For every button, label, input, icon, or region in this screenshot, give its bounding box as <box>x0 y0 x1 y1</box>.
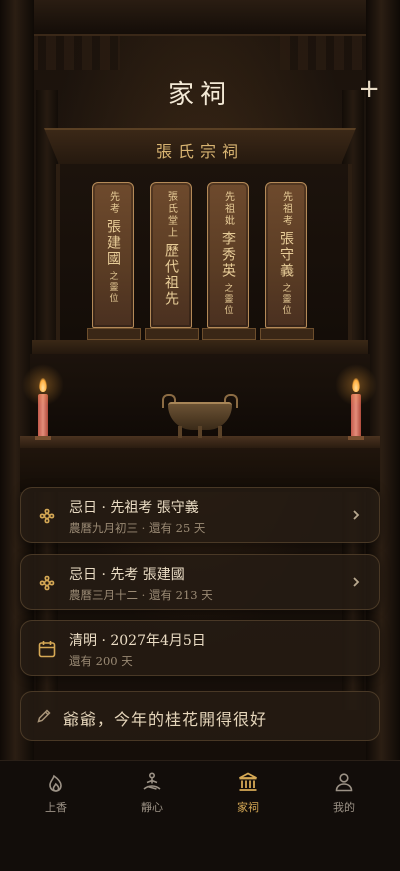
flower-icon <box>39 508 55 524</box>
temple-icon <box>239 772 257 791</box>
candle-right[interactable] <box>335 364 377 438</box>
nav-tab-meditate[interactable]: 靜心 <box>102 771 202 821</box>
chevron-right-icon <box>353 510 360 520</box>
person-icon <box>335 773 353 792</box>
plus-icon[interactable]: + <box>358 74 380 104</box>
tablet-prefix: 先祖考 <box>280 191 292 227</box>
roof-beam <box>0 0 400 36</box>
burner-leg <box>198 426 202 438</box>
nav-tab-label: 靜心 <box>141 801 163 814</box>
nav-tab-label: 我的 <box>333 801 355 814</box>
qingming-card[interactable]: 清明 · 2027年4月5日 還有 200 天 <box>20 620 380 676</box>
tablet-base <box>260 328 314 340</box>
tablet-name: 張守義 <box>278 231 294 279</box>
burner-leg <box>178 426 182 438</box>
tablet-prefix: 先祖妣 <box>222 191 234 227</box>
nav-tab-label: 家祠 <box>237 801 259 814</box>
altar-table-front <box>20 448 380 492</box>
incense-flame-icon <box>49 774 62 792</box>
card-title: 忌日 · 先祖考 張守義 <box>69 500 199 516</box>
tablet-prefix: 張氏堂上 <box>165 191 177 239</box>
card-subtitle: 還有 200 天 <box>69 654 133 668</box>
ancestral-tablet[interactable]: 先祖妣 李秀英 之靈位 <box>207 182 249 328</box>
tablet-name: 李秀英 <box>220 231 236 279</box>
chevron-right-icon <box>353 577 360 587</box>
tablet-name: 張建國 <box>105 219 121 267</box>
tablet-base <box>202 328 256 340</box>
meditation-icon <box>143 772 161 790</box>
tablet-base <box>87 328 141 340</box>
candle-holder <box>35 436 51 440</box>
candle-left[interactable] <box>22 364 64 438</box>
calendar-icon <box>38 641 56 658</box>
tablet-prefix: 先考 <box>107 191 119 215</box>
memorial-card-zhang-jianguo[interactable]: 忌日 · 先考 張建國 農曆三月十二 · 還有 213 天 <box>20 554 380 610</box>
memorial-card-zhang-shouyi[interactable]: 忌日 · 先祖考 張守義 農曆九月初三 · 還有 25 天 <box>20 487 380 543</box>
incense-burner[interactable] <box>160 394 240 440</box>
bottom-nav: 上香 靜心 家祠 我的 <box>0 760 400 871</box>
ancestral-tablet[interactable]: 先祖考 張守義 之靈位 <box>265 182 307 328</box>
card-title: 忌日 · 先考 張建國 <box>69 567 185 583</box>
ancestral-tablet[interactable]: 張氏堂上 歷代祖先 <box>150 182 192 328</box>
pencil-icon <box>37 709 51 723</box>
page-title: 家祠 <box>167 80 232 110</box>
tablet-suffix: 之靈位 <box>280 283 291 316</box>
shrine-plaque: 張氏宗祠 <box>155 142 244 161</box>
ancestral-tablet[interactable]: 先考 張建國 之靈位 <box>92 182 134 328</box>
card-subtitle: 農曆三月十二 · 還有 213 天 <box>69 588 213 602</box>
memo-text: 爺爺，今年的桂花開得很好 <box>63 710 268 729</box>
tablet-suffix: 之靈位 <box>107 271 118 304</box>
nav-tab-incense[interactable]: 上香 <box>6 771 106 821</box>
card-title: 清明 · 2027年4月5日 <box>69 633 206 649</box>
nav-tab-label: 上香 <box>45 801 67 814</box>
card-subtitle: 農曆九月初三 · 還有 25 天 <box>69 521 206 535</box>
nav-tab-ancestral-hall[interactable]: 家祠 <box>198 771 298 821</box>
burner-leg <box>218 426 222 438</box>
nav-tab-profile[interactable]: 我的 <box>294 771 394 821</box>
memo-note[interactable]: 爺爺，今年的桂花開得很好 <box>20 691 380 741</box>
flower-icon <box>39 575 55 591</box>
tablet-suffix: 之靈位 <box>222 283 233 316</box>
shrine-ledge <box>32 340 368 354</box>
candle-holder <box>348 436 364 440</box>
tablet-base <box>145 328 199 340</box>
tablet-name: 歷代祖先 <box>163 243 179 307</box>
